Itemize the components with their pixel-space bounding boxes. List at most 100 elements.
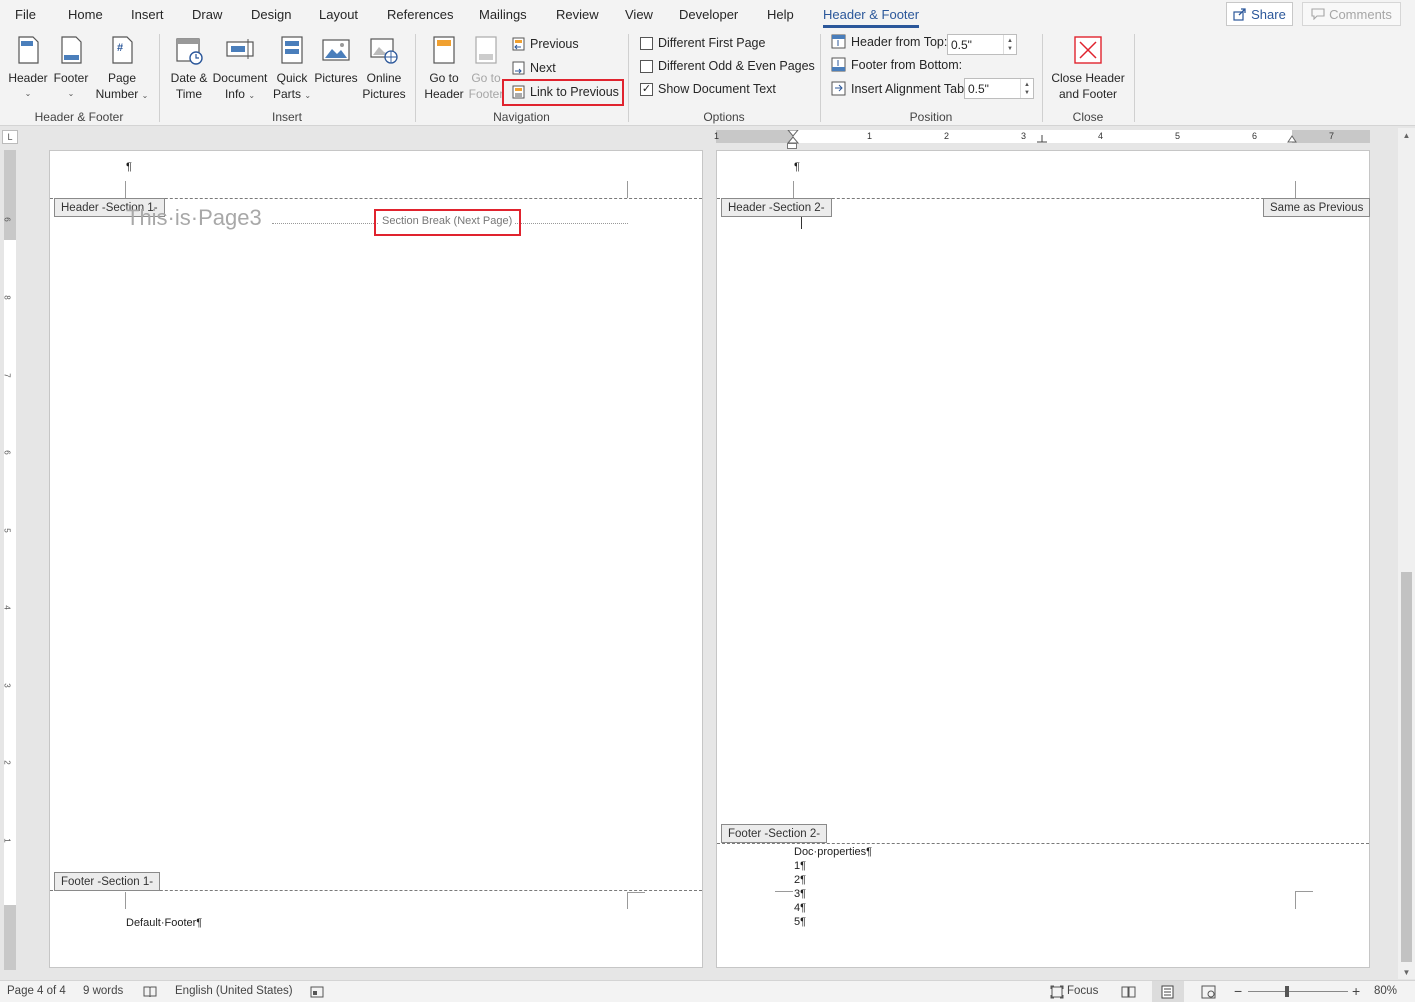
tab-mailings[interactable]: Mailings bbox=[479, 7, 527, 22]
chevron-down-icon: ⌄ bbox=[248, 91, 256, 100]
paragraph-mark: ¶ bbox=[794, 161, 800, 173]
language[interactable]: English (United States) bbox=[175, 985, 293, 997]
chevron-down-icon: ⌄ bbox=[67, 89, 75, 98]
close-header-footer-button[interactable]: Close Header and Footer bbox=[1048, 30, 1128, 102]
tab-file[interactable]: File bbox=[15, 7, 36, 22]
different-first-page-checkbox[interactable]: Different First Page bbox=[640, 36, 765, 50]
link-to-previous-highlight bbox=[502, 79, 624, 106]
zoom-in-icon[interactable]: + bbox=[1352, 983, 1360, 999]
footer-line[interactable]: 2¶ bbox=[794, 874, 806, 886]
page-number-button[interactable]: # Page Number ⌄ bbox=[92, 30, 152, 104]
online-pictures-button[interactable]: Online Pictures bbox=[360, 30, 408, 102]
crop-mark bbox=[125, 892, 126, 909]
chevron-down-icon: ⌄ bbox=[24, 89, 32, 98]
scrollbar-thumb[interactable] bbox=[1401, 572, 1412, 962]
go-to-footer-icon bbox=[475, 36, 497, 64]
vertical-scrollbar[interactable]: ▲ ▼ bbox=[1398, 128, 1415, 979]
proofing-book-icon[interactable] bbox=[143, 986, 157, 998]
word-count[interactable]: 9 words bbox=[83, 985, 123, 997]
footer-line[interactable]: Doc·properties¶ bbox=[794, 846, 872, 858]
read-mode-icon[interactable] bbox=[1121, 986, 1136, 998]
footer-line[interactable]: 5¶ bbox=[794, 916, 806, 928]
tab-insert[interactable]: Insert bbox=[131, 7, 164, 22]
tab-draw[interactable]: Draw bbox=[192, 7, 222, 22]
header-from-top-label: Header from Top: bbox=[831, 34, 947, 49]
right-indent-icon[interactable] bbox=[1287, 133, 1297, 143]
tab-references[interactable]: References bbox=[387, 7, 453, 22]
zoom-slider-track[interactable] bbox=[1248, 991, 1348, 992]
page-number-icon: # bbox=[112, 36, 133, 64]
footer-from-bottom-label: Footer from Bottom: bbox=[831, 57, 962, 72]
zoom-level[interactable]: 80% bbox=[1374, 985, 1397, 997]
previous-button[interactable]: Previous bbox=[512, 37, 579, 51]
footer-section-1-tag: Footer -Section 1- bbox=[54, 872, 161, 891]
footer-button[interactable]: Footer ⌄ bbox=[50, 30, 92, 102]
header-button[interactable]: Header ⌄ bbox=[6, 30, 50, 102]
macro-record-icon[interactable] bbox=[310, 986, 324, 998]
quick-parts-button[interactable]: Quick Parts ⌄ bbox=[270, 30, 314, 104]
chevron-down-icon: ⌄ bbox=[304, 91, 312, 100]
print-layout-icon[interactable] bbox=[1161, 985, 1174, 999]
checkmark-icon: ✓ bbox=[640, 82, 653, 96]
group-separator bbox=[415, 34, 416, 122]
group-label-options: Options bbox=[703, 110, 745, 124]
footer-text[interactable]: Default·Footer¶ bbox=[126, 917, 202, 929]
page-section-1[interactable]: ¶ Header -Section 1- This·is·Page3 Secti… bbox=[49, 150, 703, 968]
group-label-header-footer: Header & Footer bbox=[34, 110, 124, 124]
footer-icon bbox=[61, 36, 82, 64]
crop-mark bbox=[125, 181, 126, 198]
footer-line[interactable]: 3¶ bbox=[794, 888, 806, 900]
spin-arrows-icon[interactable]: ▲ ▼ bbox=[1003, 35, 1016, 54]
left-indent-box-icon[interactable] bbox=[787, 143, 797, 149]
center-tab-icon[interactable] bbox=[1037, 135, 1047, 143]
tab-view[interactable]: View bbox=[625, 7, 653, 22]
next-button[interactable]: Next bbox=[512, 61, 556, 75]
footer-position-icon bbox=[831, 57, 846, 72]
crop-mark bbox=[627, 181, 628, 198]
header-from-top-input[interactable]: 0.5" ▲ ▼ bbox=[947, 34, 1017, 55]
tab-header-footer[interactable]: Header & Footer bbox=[823, 7, 920, 28]
web-layout-icon[interactable] bbox=[1201, 985, 1216, 999]
share-button[interactable]: Share bbox=[1226, 2, 1293, 26]
group-label-close: Close bbox=[1072, 110, 1104, 124]
status-bar: Page 4 of 4 9 words English (United Stat… bbox=[0, 980, 1415, 1002]
tab-design[interactable]: Design bbox=[251, 7, 291, 22]
tab-help[interactable]: Help bbox=[767, 7, 794, 22]
tab-selector[interactable]: L bbox=[2, 130, 18, 144]
footer-from-bottom-input[interactable]: 0.5" ▲ ▼ bbox=[964, 78, 1034, 99]
tab-layout[interactable]: Layout bbox=[319, 7, 358, 22]
date-time-button[interactable]: Date & Time bbox=[166, 30, 212, 102]
document-info-button[interactable]: Document Info ⌄ bbox=[211, 30, 269, 104]
zoom-out-icon[interactable]: − bbox=[1234, 983, 1242, 999]
go-to-header-button[interactable]: Go to Header bbox=[422, 30, 466, 102]
pictures-button[interactable]: Pictures bbox=[313, 30, 359, 86]
tab-developer[interactable]: Developer bbox=[679, 7, 738, 22]
paragraph-mark: ¶ bbox=[126, 161, 132, 173]
go-to-footer-button[interactable]: Go to Footer bbox=[466, 30, 506, 102]
zoom-slider-thumb[interactable] bbox=[1285, 986, 1289, 997]
insert-alignment-tab-button[interactable]: Insert Alignment Tab bbox=[831, 81, 964, 96]
focus-button[interactable]: Focus bbox=[1067, 985, 1098, 997]
group-separator bbox=[1134, 34, 1135, 122]
scroll-up-icon[interactable]: ▲ bbox=[1398, 128, 1415, 142]
chevron-down-icon: ⌄ bbox=[141, 91, 149, 100]
calendar-clock-icon bbox=[176, 38, 203, 65]
different-odd-even-checkbox[interactable]: Different Odd & Even Pages bbox=[640, 59, 815, 73]
header-position-icon bbox=[831, 34, 846, 49]
footer-line[interactable]: 1¶ bbox=[794, 860, 806, 872]
comments-button[interactable]: Comments bbox=[1302, 2, 1401, 26]
next-icon bbox=[512, 61, 525, 75]
checkbox-box bbox=[640, 59, 653, 73]
show-document-text-checkbox[interactable]: ✓ Show Document Text bbox=[640, 82, 776, 96]
scroll-down-icon[interactable]: ▼ bbox=[1398, 965, 1415, 979]
checkbox-box bbox=[640, 36, 653, 50]
tab-home[interactable]: Home bbox=[68, 7, 103, 22]
tab-review[interactable]: Review bbox=[556, 7, 599, 22]
page-section-2[interactable]: ¶ Header -Section 2- Same as Previous Fo… bbox=[716, 150, 1371, 968]
page-count[interactable]: Page 4 of 4 bbox=[7, 985, 66, 997]
page-body-text: This·is·Page3 bbox=[126, 205, 262, 230]
header-icon bbox=[18, 36, 39, 64]
footer-line[interactable]: 4¶ bbox=[794, 902, 806, 914]
focus-icon bbox=[1050, 985, 1064, 999]
spin-arrows-icon[interactable]: ▲ ▼ bbox=[1020, 79, 1033, 98]
